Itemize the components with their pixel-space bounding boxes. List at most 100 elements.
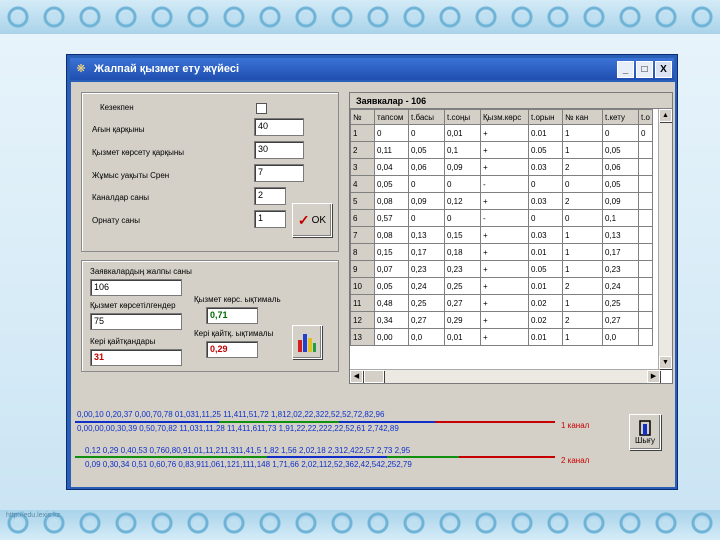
table-cell[interactable]: 0,13 [602,226,639,244]
table-cell[interactable]: 2 [562,311,603,329]
table-cell[interactable]: 0,24 [602,277,639,295]
table-cell[interactable]: 0,06 [602,158,639,176]
table-cell[interactable]: 0 [444,175,481,193]
table-cell[interactable]: 0,27 [602,311,639,329]
table-cell[interactable] [638,226,653,244]
row-number[interactable]: 1 [350,124,375,142]
table-cell[interactable]: + [480,226,529,244]
table-cell[interactable]: 0.03 [528,192,563,210]
table-cell[interactable]: 0,29 [444,311,481,329]
table-cell[interactable]: 0,15 [374,243,409,261]
table-row[interactable]: 11 0,48 0,25 0,27 +0.02 1 0,25 [350,294,653,312]
table-cell[interactable]: 0 [528,209,563,227]
work-time-input[interactable]: 7 [254,164,304,182]
row-number[interactable]: 13 [350,328,375,346]
table-cell[interactable]: 0 [444,209,481,227]
row-number[interactable]: 2 [350,141,375,159]
table-row[interactable]: 4 0,05 0 0-0 0 0,05 [350,175,653,193]
table-cell[interactable]: 0,17 [602,243,639,261]
table-cell[interactable]: 0 [602,124,639,142]
table-cell[interactable]: 0.01 [528,124,563,142]
table-cell[interactable] [638,294,653,312]
table-cell[interactable]: - [480,209,529,227]
table-cell[interactable]: 0.02 [528,294,563,312]
row-number[interactable]: 4 [350,175,375,193]
table-cell[interactable]: 0 [408,175,445,193]
table-row[interactable]: 1 0 0 0,01 +0.01 1 0 0 [350,124,653,142]
table-cell[interactable]: 0,06 [408,158,445,176]
table-cell[interactable]: + [480,294,529,312]
table-cell[interactable]: 0,05 [408,141,445,159]
exit-button[interactable]: Шығу [629,414,661,450]
table-cell[interactable]: 0.02 [528,311,563,329]
table-cell[interactable]: + [480,328,529,346]
table-cell[interactable]: 0,48 [374,294,409,312]
table-row[interactable]: 6 0,57 0 0-0 0 0,1 [350,209,653,227]
runs-input[interactable]: 1 [254,210,286,228]
horizontal-scrollbar[interactable]: ◀ ▶ [350,369,660,383]
table-cell[interactable]: 0,08 [374,192,409,210]
table-row[interactable]: 13 0,00 0,0 0,01 +0.01 1 0,0 [350,328,653,346]
table-cell[interactable]: 1 [562,124,603,142]
minimize-button[interactable]: _ [617,60,634,78]
table-cell[interactable] [638,192,653,210]
table-cell[interactable]: 1 [562,226,603,244]
table-cell[interactable]: 0,05 [374,175,409,193]
table-cell[interactable]: 0,23 [602,260,639,278]
table-cell[interactable]: 1 [562,328,603,346]
table-cell[interactable]: 0,25 [408,294,445,312]
table-cell[interactable]: 2 [562,192,603,210]
arrival-rate-input[interactable]: 40 [254,118,304,136]
table-cell[interactable]: 0,57 [374,209,409,227]
table-cell[interactable]: 0,13 [408,226,445,244]
row-number[interactable]: 6 [350,209,375,227]
table-cell[interactable]: 2 [562,158,603,176]
row-number[interactable]: 3 [350,158,375,176]
table-cell[interactable] [638,175,653,193]
row-number[interactable]: 10 [350,277,375,295]
table-row[interactable]: 2 0,11 0,05 0,1 +0.05 1 0,05 [350,141,653,159]
table-cell[interactable]: 0 [408,124,445,142]
table-cell[interactable]: + [480,141,529,159]
table-cell[interactable]: 0,27 [444,294,481,312]
table-cell[interactable]: 0,23 [444,260,481,278]
table-cell[interactable]: 0.01 [528,328,563,346]
table-cell[interactable] [638,243,653,261]
queue-checkbox[interactable] [256,103,267,114]
table-cell[interactable]: 0,09 [444,158,481,176]
table-cell[interactable]: 1 [562,260,603,278]
table-cell[interactable]: 0.03 [528,158,563,176]
table-cell[interactable]: 0 [408,209,445,227]
table-cell[interactable] [638,209,653,227]
table-cell[interactable]: 0.05 [528,141,563,159]
table-cell[interactable] [638,311,653,329]
table-cell[interactable]: 0,11 [374,141,409,159]
table-cell[interactable]: 0,07 [374,260,409,278]
vertical-scrollbar[interactable]: ▲ ▼ [658,109,672,369]
table-cell[interactable]: 0,25 [444,277,481,295]
table-cell[interactable]: 0 [528,175,563,193]
table-cell[interactable]: 0,27 [408,311,445,329]
table-cell[interactable]: 0,00 [374,328,409,346]
row-number[interactable]: 7 [350,226,375,244]
table-cell[interactable]: 1 [562,294,603,312]
table-cell[interactable]: 0.03 [528,226,563,244]
table-cell[interactable]: 0,24 [408,277,445,295]
row-number[interactable]: 5 [350,192,375,210]
table-cell[interactable]: + [480,311,529,329]
table-cell[interactable]: 0,18 [444,243,481,261]
table-row[interactable]: 5 0,08 0,09 0,12 +0.03 2 0,09 [350,192,653,210]
table-cell[interactable] [638,328,653,346]
table-cell[interactable]: - [480,175,529,193]
scroll-left-arrow-icon[interactable]: ◀ [350,370,363,383]
table-cell[interactable]: 0,12 [444,192,481,210]
table-cell[interactable]: 0,1 [602,209,639,227]
table-cell[interactable]: 0.01 [528,277,563,295]
table-cell[interactable]: 0,01 [444,328,481,346]
channels-input[interactable]: 2 [254,187,286,205]
table-cell[interactable]: 1 [562,141,603,159]
table-cell[interactable]: 0.05 [528,260,563,278]
scroll-up-arrow-icon[interactable]: ▲ [659,109,672,122]
table-cell[interactable]: 2 [562,277,603,295]
table-cell[interactable]: + [480,260,529,278]
